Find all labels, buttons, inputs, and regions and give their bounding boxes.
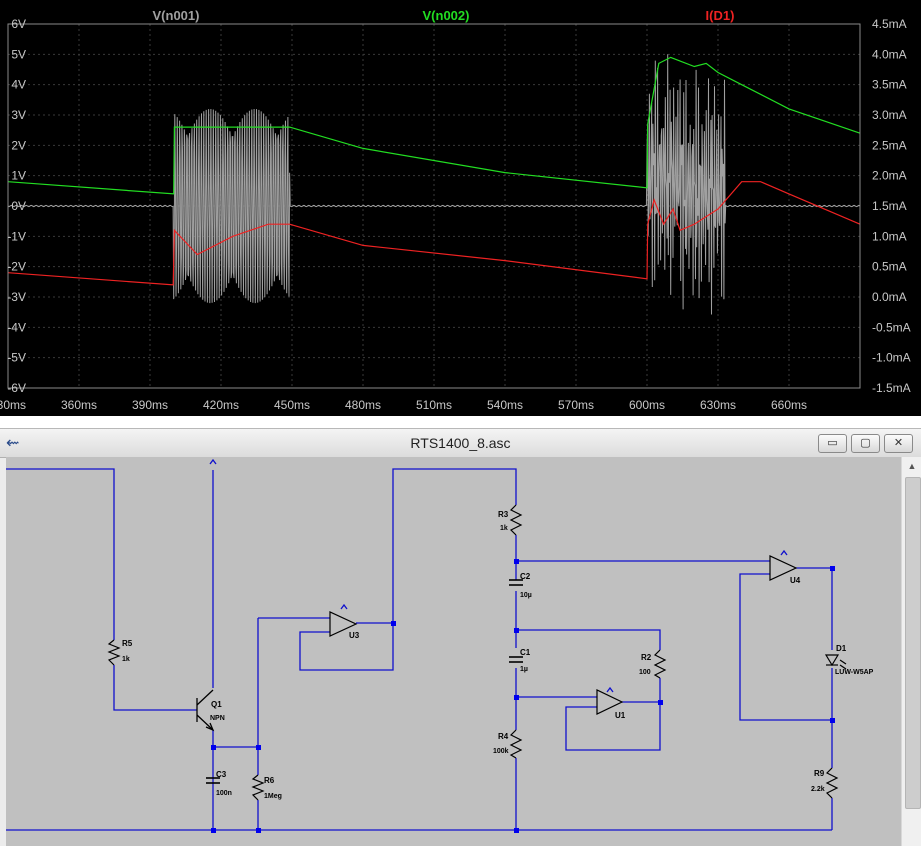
y-left-tick-label: 0V — [11, 199, 26, 213]
y-right-tick-label: 2.0mA — [872, 169, 907, 183]
trace-label-0[interactable]: V(n001) — [153, 8, 200, 23]
y-left-tick-label: 2V — [11, 138, 26, 152]
r2-ref: R2 — [641, 653, 652, 662]
q1-ref: Q1 — [211, 700, 222, 709]
y-left-tick-label: 4V — [11, 78, 26, 92]
r6-ref: R6 — [264, 776, 275, 785]
y-left-tick-label: -2V — [7, 260, 26, 274]
titlebar[interactable]: ⇜ RTS1400_8.asc ▭ ▢ ✕ — [0, 428, 921, 458]
r4-ref: R4 — [498, 732, 509, 741]
r5-ref: R5 — [122, 639, 133, 648]
d1-ref: D1 — [836, 644, 847, 653]
x-tick-label: 420ms — [203, 398, 239, 412]
y-left-tick-label: 5V — [11, 47, 26, 61]
y-right-tick-label: 0.0mA — [872, 290, 907, 304]
y-right-tick-label: 4.0mA — [872, 47, 907, 61]
y-right-tick-label: 1.5mA — [872, 199, 907, 213]
y-left-tick-label: -6V — [7, 381, 26, 395]
close-button[interactable]: ✕ — [884, 434, 913, 453]
x-tick-label: 540ms — [487, 398, 523, 412]
capacitors — [206, 579, 523, 784]
y-left-tick-label: 3V — [11, 108, 26, 122]
x-tick-label: 600ms — [629, 398, 665, 412]
y-right-tick-label: 1.0mA — [872, 229, 907, 243]
y-right-tick-label: 3.5mA — [872, 78, 907, 92]
x-tick-label: 330ms — [0, 398, 26, 412]
waveform-plot[interactable]: 330ms 360ms 390ms 420ms 450ms 480ms 510ms 540ms… — [0, 0, 921, 416]
schematic-canvas[interactable]: R5 1k Q1 NPN C3 100n R6 1Meg U3 R3 1k C2… — [6, 457, 910, 846]
y-right-tick-label: -0.5mA — [872, 320, 911, 334]
resistors — [107, 504, 839, 801]
x-tick-label: 510ms — [416, 398, 452, 412]
c2-value: 10µ — [520, 592, 532, 599]
y-left-tick-label: -1V — [7, 229, 26, 243]
r4-value: 100k — [493, 748, 509, 755]
y-left-tick-label: -3V — [7, 290, 26, 304]
x-tick-label: 570ms — [558, 398, 594, 412]
schematic-window[interactable]: ⇜ RTS1400_8.asc ▭ ▢ ✕ R5 1k Q1 NPN C3 10… — [0, 428, 921, 846]
window-title: RTS1400_8.asc — [410, 435, 511, 451]
vertical-scrollbar[interactable]: ▲ — [901, 457, 921, 846]
x-tick-label: 360ms — [61, 398, 97, 412]
y-right-tick-label: 3.0mA — [872, 108, 907, 122]
x-tick-label: 480ms — [345, 398, 381, 412]
waveform-window[interactable]: 330ms 360ms 390ms 420ms 450ms 480ms 510ms 540ms… — [0, 0, 921, 416]
junctions — [211, 559, 835, 833]
r9-value: 2.2k — [811, 786, 825, 793]
r6-value: 1Meg — [264, 793, 282, 800]
x-tick-label: 630ms — [700, 398, 736, 412]
y-left-tick-label: 6V — [11, 17, 26, 31]
r5-value: 1k — [122, 656, 130, 663]
led-d1 — [824, 654, 847, 670]
y-right-tick-label: 4.5mA — [872, 17, 907, 31]
x-tick-label: 660ms — [771, 398, 807, 412]
y-right-tick-label: 2.5mA — [872, 138, 907, 152]
r3-ref: R3 — [498, 510, 509, 519]
schematic-drawing[interactable]: R5 1k Q1 NPN C3 100n R6 1Meg U3 R3 1k C2… — [6, 457, 910, 846]
y-right-tick-label: -1.0mA — [872, 351, 911, 365]
component-labels: R5 1k Q1 NPN C3 100n R6 1Meg U3 R3 1k C2… — [122, 510, 874, 800]
c3-ref: C3 — [216, 770, 227, 779]
x-tick-label: 390ms — [132, 398, 168, 412]
q1-value: NPN — [210, 715, 225, 722]
trace-label-1[interactable]: V(n002) — [423, 8, 470, 23]
u4-ref: U4 — [790, 576, 801, 585]
y-left-tick-label: -5V — [7, 351, 26, 365]
r3-value: 1k — [500, 525, 508, 532]
scroll-thumb[interactable] — [905, 477, 921, 809]
y-right-tick-label: -1.5mA — [872, 381, 911, 395]
restore-button[interactable]: ▢ — [851, 434, 880, 453]
r2-value: 100 — [639, 669, 651, 676]
d1-value: LUW-W5AP — [835, 669, 874, 676]
x-tick-label: 450ms — [274, 398, 310, 412]
y-left-tick-label: -4V — [7, 320, 26, 334]
scroll-up-arrow-icon[interactable]: ▲ — [905, 459, 919, 473]
y-right-tick-label: 0.5mA — [872, 260, 907, 274]
c3-value: 100n — [216, 790, 232, 797]
u3-ref: U3 — [349, 631, 360, 640]
c1-value: 1µ — [520, 666, 528, 673]
trace-label-2[interactable]: I(D1) — [706, 8, 735, 23]
c2-ref: C2 — [520, 572, 531, 581]
r9-ref: R9 — [814, 769, 825, 778]
u1-ref: U1 — [615, 711, 626, 720]
minimize-button[interactable]: ▭ — [818, 434, 847, 453]
c1-ref: C1 — [520, 648, 531, 657]
y-left-tick-label: 1V — [11, 169, 26, 183]
opamps — [329, 555, 798, 715]
transistor-q1 — [196, 689, 215, 732]
